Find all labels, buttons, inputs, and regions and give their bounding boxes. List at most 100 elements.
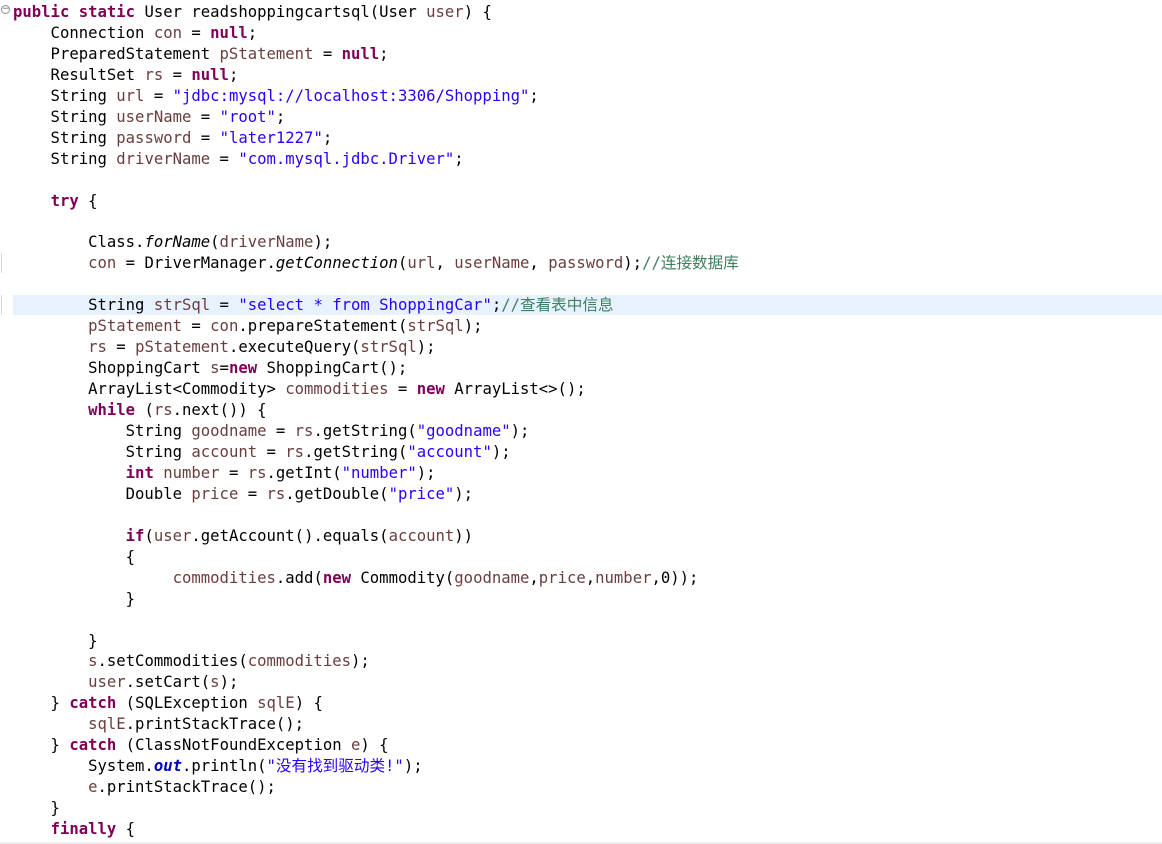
code-token: ,: [529, 568, 539, 587]
code-line[interactable]: Connection con = null;: [13, 23, 258, 44]
code-token: number: [163, 463, 220, 482]
code-line[interactable]: pStatement = con.prepareStatement(strSql…: [13, 316, 482, 337]
code-token: s: [210, 673, 220, 692]
code-line[interactable]: if(user.getAccount().equals(account)): [13, 526, 473, 547]
code-line[interactable]: ShoppingCart s=new ShoppingCart();: [13, 358, 407, 379]
code-line[interactable]: String password = "later1227";: [13, 128, 333, 149]
code-token: null: [191, 65, 229, 84]
code-token: String: [13, 422, 192, 440]
code-token: "root": [219, 107, 276, 126]
code-line[interactable]: con = DriverManager.getConnection(url, u…: [13, 253, 739, 274]
code-token: .getString(: [313, 422, 417, 440]
code-line[interactable]: finally {: [13, 819, 136, 840]
code-line[interactable]: public static User readshoppingcartsql(U…: [13, 2, 492, 23]
code-line[interactable]: commodities.add(new Commodity(goodname,p…: [13, 568, 699, 589]
code-line[interactable]: } catch (ClassNotFoundException e) {: [13, 735, 389, 756]
code-token: ShoppingCart: [13, 359, 211, 378]
code-token: ShoppingCart();: [257, 359, 408, 378]
code-token: .println(: [182, 757, 267, 776]
code-line[interactable]: Class.forName(driverName);: [13, 232, 332, 253]
code-token: {: [78, 191, 98, 210]
code-token: ;: [247, 23, 258, 42]
code-token: while: [88, 401, 136, 420]
code-line[interactable]: rs = pStatement.executeQuery(strSql);: [13, 337, 435, 358]
code-token: sqlE: [257, 694, 295, 713]
code-token: public: [13, 3, 70, 21]
code-line[interactable]: String userName = "root";: [13, 107, 286, 128]
code-token: pStatement: [88, 317, 182, 336]
code-token: );: [313, 233, 333, 252]
code-token: "price": [388, 484, 455, 503]
code-token: =: [163, 65, 192, 84]
code-line[interactable]: try {: [13, 191, 98, 212]
code-token: =: [210, 296, 239, 315]
code-token: }: [13, 694, 70, 713]
code-token: );: [510, 422, 530, 440]
code-token: =: [191, 107, 220, 126]
code-line[interactable]: int number = rs.getInt("number");: [13, 463, 436, 484]
code-token: con: [210, 317, 239, 336]
code-token: (: [210, 233, 220, 252]
code-token: );: [463, 317, 483, 336]
code-line[interactable]: String account = rs.getString("account")…: [13, 442, 511, 463]
code-token: rs: [247, 463, 267, 482]
code-line[interactable]: String strSql = "select * from ShoppingC…: [13, 295, 613, 316]
code-token: new: [322, 568, 352, 587]
code-token: url: [116, 86, 145, 105]
code-token: =: [182, 317, 211, 336]
code-line[interactable]: e.printStackTrace();: [13, 777, 276, 798]
code-token: =: [219, 359, 229, 378]
code-line[interactable]: PreparedStatement pStatement = null;: [13, 44, 389, 65]
code-token: e: [88, 778, 98, 797]
code-token: try: [50, 191, 79, 210]
code-token: Double: [13, 484, 192, 503]
code-line[interactable]: } catch (SQLException sqlE) {: [13, 693, 323, 714]
code-token: ,: [529, 254, 549, 273]
code-line[interactable]: }: [13, 798, 60, 819]
code-line[interactable]: ArrayList<Commodity> commodities = new A…: [13, 379, 586, 400]
code-token: finally: [50, 820, 117, 839]
change-marker: [1, 295, 2, 315]
code-line[interactable]: }: [13, 589, 135, 610]
code-token: .printStackTrace();: [125, 715, 305, 734]
code-line[interactable]: s.setCommodities(commodities);: [13, 651, 370, 672]
code-token: "select * from ShoppingCar": [238, 296, 492, 315]
code-token: ArrayList<Commodity>: [13, 380, 286, 399]
code-line[interactable]: String driverName = "com.mysql.jdbc.Driv…: [13, 149, 464, 170]
code-line[interactable]: System.out.println("没有找到驱动类!");: [13, 756, 423, 777]
code-token: ,: [585, 568, 596, 587]
code-line[interactable]: ResultSet rs = null;: [13, 65, 239, 86]
code-line[interactable]: String url = "jdbc:mysql://localhost:330…: [13, 86, 539, 107]
code-token: if: [125, 526, 145, 545]
code-line[interactable]: {: [13, 547, 135, 568]
code-token: .add(: [275, 568, 323, 587]
code-editor[interactable]: − public static User readshoppingcartsql…: [0, 0, 1162, 844]
code-token: out: [153, 757, 182, 776]
code-token: .getString(: [304, 442, 408, 461]
code-token: s: [210, 359, 220, 378]
code-line[interactable]: sqlE.printStackTrace();: [13, 714, 304, 735]
code-token: ResultSet: [13, 65, 145, 84]
code-token: .getInt(: [266, 463, 342, 482]
code-line[interactable]: Double price = rs.getDouble("price");: [13, 484, 473, 505]
code-line[interactable]: while (rs.next()) {: [13, 400, 266, 421]
collapse-icon[interactable]: −: [1, 5, 10, 14]
code-line[interactable]: user.setCart(s);: [13, 672, 238, 693]
code-token: catch: [69, 736, 117, 755]
code-token: }: [13, 589, 136, 608]
code-token: con: [153, 23, 182, 42]
code-token: rs: [285, 442, 305, 461]
code-token: =: [106, 338, 136, 357]
code-token: strSql: [360, 338, 417, 357]
code-token: );: [403, 757, 423, 776]
code-token: "没有找到驱动类!": [266, 757, 404, 776]
code-line[interactable]: String goodname = rs.getString("goodname…: [13, 421, 530, 442]
code-token: forName: [144, 233, 211, 252]
code-line[interactable]: }: [13, 631, 97, 652]
